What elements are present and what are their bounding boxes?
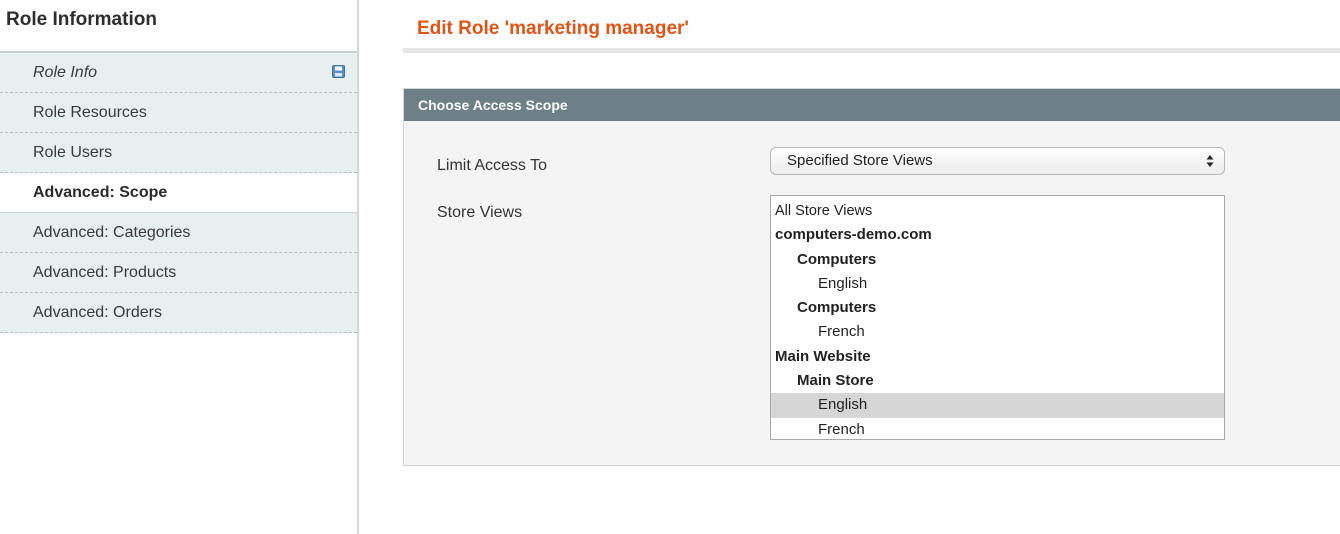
option-store-main[interactable]: Main Store bbox=[771, 369, 1224, 393]
tab-label: Advanced: Scope bbox=[33, 184, 168, 201]
tab-advanced-scope[interactable]: Advanced: Scope bbox=[0, 173, 357, 213]
tab-role-users[interactable]: Role Users bbox=[0, 133, 357, 173]
tab-advanced-categories[interactable]: Advanced: Categories bbox=[0, 213, 357, 253]
sidebar: Role Information Role Info Role Resource… bbox=[0, 0, 360, 534]
option-view-french[interactable]: French bbox=[771, 418, 1224, 439]
save-icon bbox=[332, 65, 345, 78]
store-views-listbox[interactable]: All Store Views computers-demo.com Compu… bbox=[770, 195, 1225, 440]
limit-access-label: Limit Access To bbox=[437, 157, 547, 174]
tab-role-resources[interactable]: Role Resources bbox=[0, 93, 357, 133]
tab-advanced-products[interactable]: Advanced: Products bbox=[0, 253, 357, 293]
option-view-french[interactable]: French bbox=[771, 320, 1224, 344]
fieldset-header: Choose Access Scope bbox=[404, 89, 1340, 121]
option-store-computers[interactable]: Computers bbox=[771, 296, 1224, 320]
store-views-label: Store Views bbox=[437, 204, 523, 221]
sidebar-title: Role Information bbox=[6, 9, 157, 30]
option-website-computers-demo[interactable]: computers-demo.com bbox=[771, 223, 1224, 247]
option-all-store-views[interactable]: All Store Views bbox=[771, 199, 1224, 223]
tab-advanced-orders[interactable]: Advanced: Orders bbox=[0, 293, 357, 333]
tab-label: Advanced: Products bbox=[33, 264, 177, 281]
limit-access-select[interactable]: Specified Store Views bbox=[770, 147, 1225, 175]
option-view-english[interactable]: English bbox=[771, 272, 1224, 296]
tab-role-info[interactable]: Role Info bbox=[0, 53, 357, 93]
tab-label: Role Users bbox=[33, 144, 113, 161]
tab-label: Advanced: Categories bbox=[33, 224, 191, 241]
option-view-english-selected[interactable]: English bbox=[771, 393, 1224, 418]
select-value: Specified Store Views bbox=[787, 152, 933, 169]
tab-label: Role Info bbox=[33, 64, 98, 81]
sidebar-divider bbox=[357, 0, 359, 534]
title-divider bbox=[403, 48, 1340, 53]
tab-list: Role Info Role Resources Role Users Adva… bbox=[0, 53, 357, 333]
access-scope-fieldset: Choose Access Scope Limit Access To Spec… bbox=[403, 88, 1340, 466]
option-store-computers[interactable]: Computers bbox=[771, 248, 1224, 272]
tab-label: Role Resources bbox=[33, 104, 147, 121]
select-arrows-icon bbox=[1206, 155, 1214, 167]
page-title: Edit Role 'marketing manager' bbox=[417, 18, 689, 39]
option-website-main[interactable]: Main Website bbox=[771, 345, 1224, 369]
tab-label: Advanced: Orders bbox=[33, 304, 162, 321]
